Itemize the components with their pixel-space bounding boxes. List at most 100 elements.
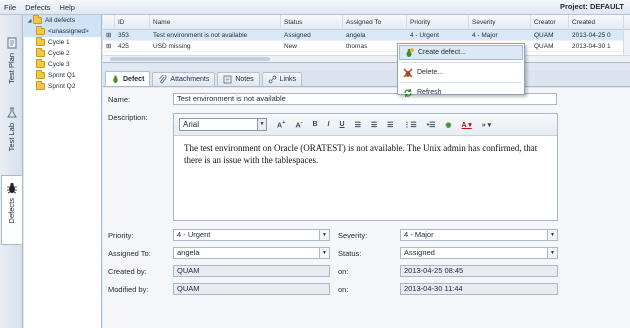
column-header-id[interactable]: ID [115,14,150,30]
modified-by-field: QUAM [173,283,330,295]
column-header-status[interactable]: Status [281,14,343,30]
assigned-to-value: angela [177,248,200,257]
cell-creator: QUAM [534,42,554,50]
tree-item-label: Cycle 2 [48,50,70,57]
cell-name: Test environment is not available [153,31,248,39]
tab-label: Attachments [170,76,210,83]
vtab-label: Defects [7,198,16,224]
tab-links[interactable]: Links [261,72,302,86]
more-tools-icon[interactable]: » ▾ [482,121,491,129]
tab-label: Links [279,76,296,83]
tree-item-sprint-q1[interactable]: Sprint Q1 [24,70,101,81]
cell-id: 425 [118,42,129,50]
menu-item-delete[interactable]: Delete... [399,65,523,80]
menu-item-refresh[interactable]: Refresh [399,85,523,100]
grid-vertical-scrollbar[interactable] [623,30,630,55]
defect-grid: ID Name Status Assigned To Priority Seve… [103,14,630,63]
italic-icon[interactable]: I [328,121,330,128]
vtab-test-lab[interactable]: Test Lab [1,100,22,170]
font-grow-icon[interactable]: A+ [277,120,285,129]
tree-item-unassigned[interactable]: <unassigned> [24,26,101,37]
chevron-down-icon: ▼ [547,248,557,258]
chevron-down-icon: ▼ [319,230,329,240]
status-label: Status: [338,249,362,258]
bug-icon [6,182,17,194]
left-vertical-tabs: Test Plan Test Lab Defects [0,15,23,328]
align-center-icon[interactable]: ☰ [371,121,377,129]
priority-select[interactable]: 4 - Urgent ▼ [173,229,330,241]
link-icon [268,75,276,84]
column-header-assigned-to[interactable]: Assigned To [343,14,407,30]
paperclip-icon [159,75,167,84]
font-select[interactable]: Arial ▼ [179,118,267,131]
cell-created: 2013-04-25 0 [572,31,611,39]
menu-defects[interactable]: Defects [25,3,50,12]
collapse-arrow-icon[interactable]: ◢ [26,18,33,24]
menu-help[interactable]: Help [60,3,75,12]
grid-horizontal-scrollbar[interactable] [103,55,630,62]
column-header-created[interactable]: Created [569,14,624,30]
vtab-test-plan[interactable]: Test Plan [1,30,22,100]
menu-item-label: Delete... [417,69,444,76]
menu-file[interactable]: File [4,3,16,12]
font-color-icon[interactable]: A ▾ [462,121,472,129]
tab-defect[interactable]: Defect [105,71,151,86]
tree-item-cycle-2[interactable]: Cycle 2 [24,48,101,59]
chevron-down-icon: ▼ [547,230,557,240]
tab-attachments[interactable]: Attachments [152,72,216,86]
bullet-list-icon[interactable]: •☰ [427,121,436,129]
table-row[interactable]: ⊞ 425 USD missing New thomas QUAM 2013-0… [103,41,630,52]
vtab-label: Test Lab [7,123,16,152]
table-row[interactable]: ⊞ 353 Test environment is not available … [103,30,630,41]
context-menu: Create defect... Delete... Refresh [397,43,525,97]
menu-item-label: Refresh [417,89,442,96]
align-right-icon[interactable]: ☰ [387,121,393,129]
scrollbar-thumb[interactable] [110,57,270,61]
column-header-creator[interactable]: Creator [531,14,569,30]
link-icon[interactable]: ◉ [445,121,451,129]
numbered-list-icon[interactable]: ⋮☰ [403,121,416,129]
align-left-icon[interactable]: ☰ [355,121,361,129]
created-on-label: on: [338,267,349,276]
font-select-value: Arial [183,120,200,129]
menu-separator [401,62,521,63]
test-plan-icon [7,37,16,49]
column-expand [103,14,115,30]
tree-item-cycle-1[interactable]: Cycle 1 [24,37,101,48]
folder-icon [36,59,45,68]
column-header-severity[interactable]: Severity [469,14,531,30]
tree-item-label: Cycle 3 [48,61,70,68]
severity-select[interactable]: 4 - Major ▼ [400,229,558,241]
underline-icon[interactable]: U [340,121,345,128]
bold-icon[interactable]: B [312,121,317,128]
folder-icon [36,70,45,79]
new-bug-icon [406,47,414,57]
font-shrink-icon[interactable]: A- [295,120,302,129]
tree-item-sprint-q2[interactable]: Sprint Q2 [24,81,101,92]
description-text[interactable]: The test environment on Oracle (ORATEST)… [174,136,557,172]
column-header-name[interactable]: Name [150,14,281,30]
cell-severity: 4 - Major [472,31,498,39]
tab-label: Notes [235,76,254,83]
status-select[interactable]: Assigned ▼ [400,247,558,259]
expand-plus-icon[interactable]: ⊞ [103,31,115,39]
description-editor[interactable]: Arial ▼ A+ A- B I U ☰ ☰ ☰ ⋮☰ •☰ ◉ A ▾ » … [173,113,558,221]
tree-item-cycle-3[interactable]: Cycle 3 [24,59,101,70]
delete-bug-icon [403,68,413,77]
chevron-down-icon: ▼ [257,119,266,130]
created-by-label: Created by: [108,267,147,276]
folder-icon [36,48,45,57]
modified-by-label: Modified by: [108,285,149,294]
expand-plus-icon[interactable]: ⊞ [103,42,115,50]
assigned-to-select[interactable]: angela ▼ [173,247,330,259]
tree-item-all-defects[interactable]: ◢ All defects [24,15,101,26]
tree-item-label: Sprint Q1 [48,72,76,79]
grid-header: ID Name Status Assigned To Priority Seve… [103,14,630,30]
tab-notes[interactable]: Notes [217,72,260,86]
cell-id: 353 [118,31,129,39]
vtab-defects[interactable]: Defects [1,175,22,245]
tree-item-label: <unassigned> [48,28,89,35]
column-header-priority[interactable]: Priority [407,14,469,30]
cell-created: 2013-04-30 1 [572,42,611,50]
menu-item-create-defect[interactable]: Create defect... [399,45,523,60]
